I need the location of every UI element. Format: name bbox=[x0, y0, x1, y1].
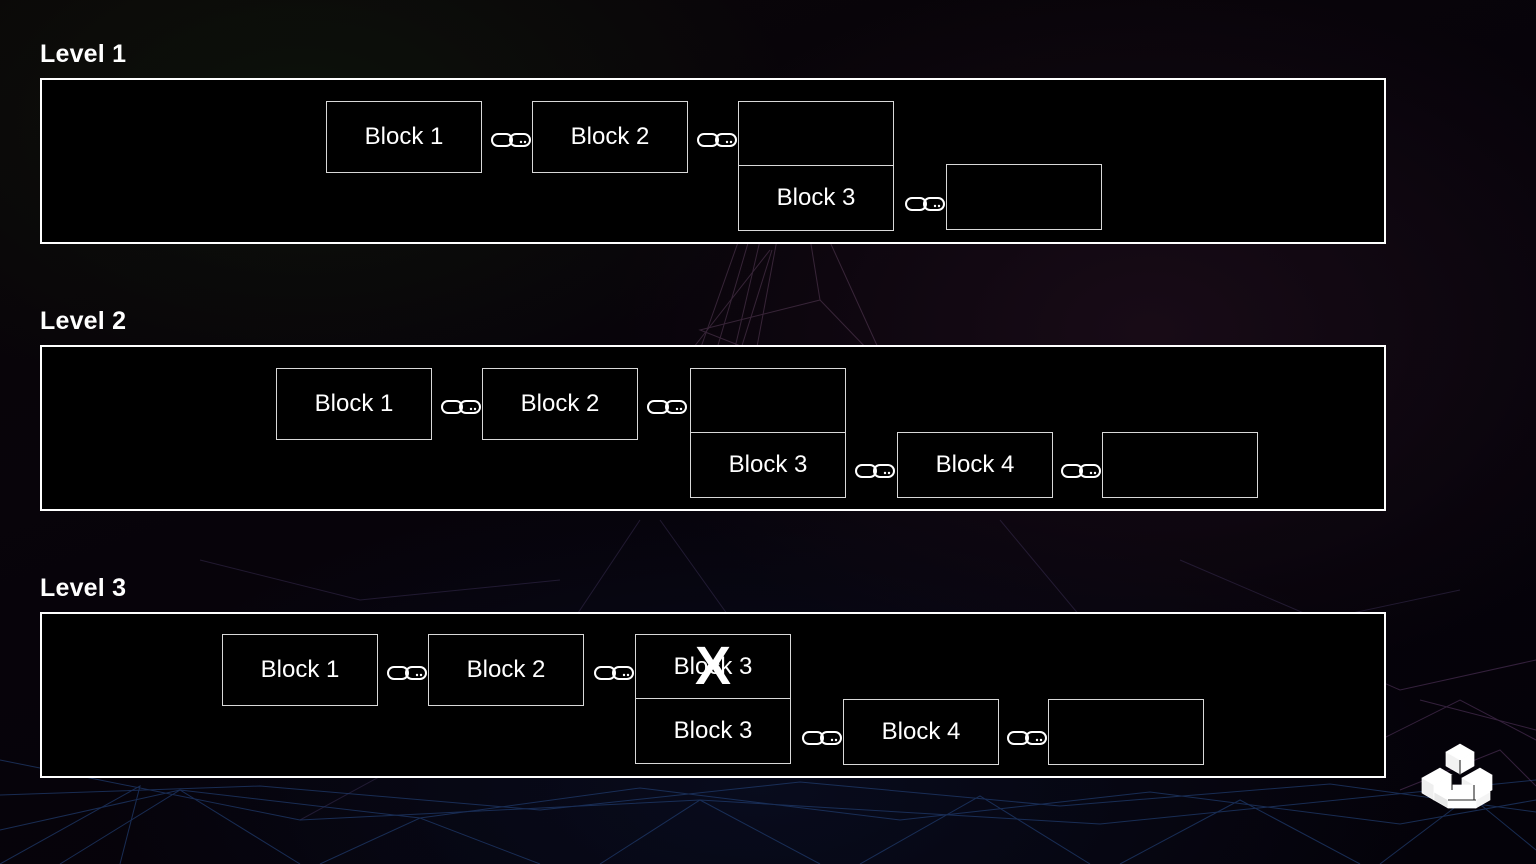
chain-link-icon bbox=[1061, 464, 1101, 478]
block-label: Block 3 bbox=[728, 451, 808, 478]
block-label: Block 1 bbox=[314, 390, 394, 417]
block-label: Block 2 bbox=[466, 656, 546, 683]
block-node[interactable]: Block 4 bbox=[897, 432, 1053, 498]
chain-container: Block 1 Block 2 Block 3 bbox=[40, 78, 1386, 244]
chain-link-icon bbox=[441, 400, 481, 414]
level-section-1: Level 1 Block 1 Block 2 Block 3 bbox=[40, 40, 1386, 244]
block-cell-top bbox=[691, 369, 845, 433]
chain-container: Block 1 Block 2 Block 3 X Block 3 Block … bbox=[40, 612, 1386, 778]
level-title: Level 3 bbox=[40, 574, 127, 602]
block-node[interactable]: Block 1 bbox=[222, 634, 378, 706]
level-section-3: Level 3 Block 1 Block 2 Block 3 X Block … bbox=[40, 574, 1386, 778]
block-label: Block 4 bbox=[881, 718, 961, 745]
chain-link-icon bbox=[802, 731, 842, 745]
chain-link-icon bbox=[1007, 731, 1047, 745]
block-node-stacked-invalidated[interactable]: Block 3 X Block 3 bbox=[635, 634, 791, 764]
slide-canvas: Level 1 Block 1 Block 2 Block 3 Level 2 … bbox=[0, 0, 1536, 864]
chain-link-icon bbox=[491, 133, 531, 147]
block-cell-bottom: Block 3 bbox=[739, 166, 893, 230]
chain-link-icon bbox=[697, 133, 737, 147]
block-node[interactable]: Block 2 bbox=[532, 101, 688, 173]
block-node[interactable]: Block 2 bbox=[482, 368, 638, 440]
chain-link-icon bbox=[855, 464, 895, 478]
level-title: Level 2 bbox=[40, 307, 127, 335]
block-node-stacked[interactable]: Block 3 bbox=[690, 368, 846, 498]
chain-link-icon bbox=[594, 666, 634, 680]
block-label: Block 3 bbox=[673, 717, 753, 744]
block-node-empty[interactable] bbox=[1102, 432, 1258, 498]
block-label: Block 3 bbox=[673, 652, 753, 680]
block-cell-bottom: Block 3 bbox=[691, 433, 845, 497]
block-label: Block 4 bbox=[935, 451, 1015, 478]
block-cell-top: Block 3 X bbox=[636, 635, 790, 699]
level-section-2: Level 2 Block 1 Block 2 Block 3 Block 4 bbox=[40, 307, 1386, 511]
block-node-stacked[interactable]: Block 3 bbox=[738, 101, 894, 231]
chain-link-icon bbox=[905, 197, 945, 211]
block-label: Block 1 bbox=[260, 656, 340, 683]
block-node[interactable]: Block 1 bbox=[326, 101, 482, 173]
chain-container: Block 1 Block 2 Block 3 Block 4 bbox=[40, 345, 1386, 511]
block-node-empty[interactable] bbox=[946, 164, 1102, 230]
block-cell-top bbox=[739, 102, 893, 166]
chain-link-icon bbox=[387, 666, 427, 680]
block-label: Block 2 bbox=[570, 123, 650, 150]
block-node[interactable]: Block 4 bbox=[843, 699, 999, 765]
isometric-cube-logo bbox=[1421, 743, 1493, 809]
block-node-empty[interactable] bbox=[1048, 699, 1204, 765]
block-cell-bottom: Block 3 bbox=[636, 699, 790, 763]
block-label: Block 3 bbox=[776, 184, 856, 211]
chain-link-icon bbox=[647, 400, 687, 414]
block-node[interactable]: Block 2 bbox=[428, 634, 584, 706]
block-label: Block 1 bbox=[364, 123, 444, 150]
block-label: Block 2 bbox=[520, 390, 600, 417]
level-title: Level 1 bbox=[40, 40, 127, 68]
block-node[interactable]: Block 1 bbox=[276, 368, 432, 440]
